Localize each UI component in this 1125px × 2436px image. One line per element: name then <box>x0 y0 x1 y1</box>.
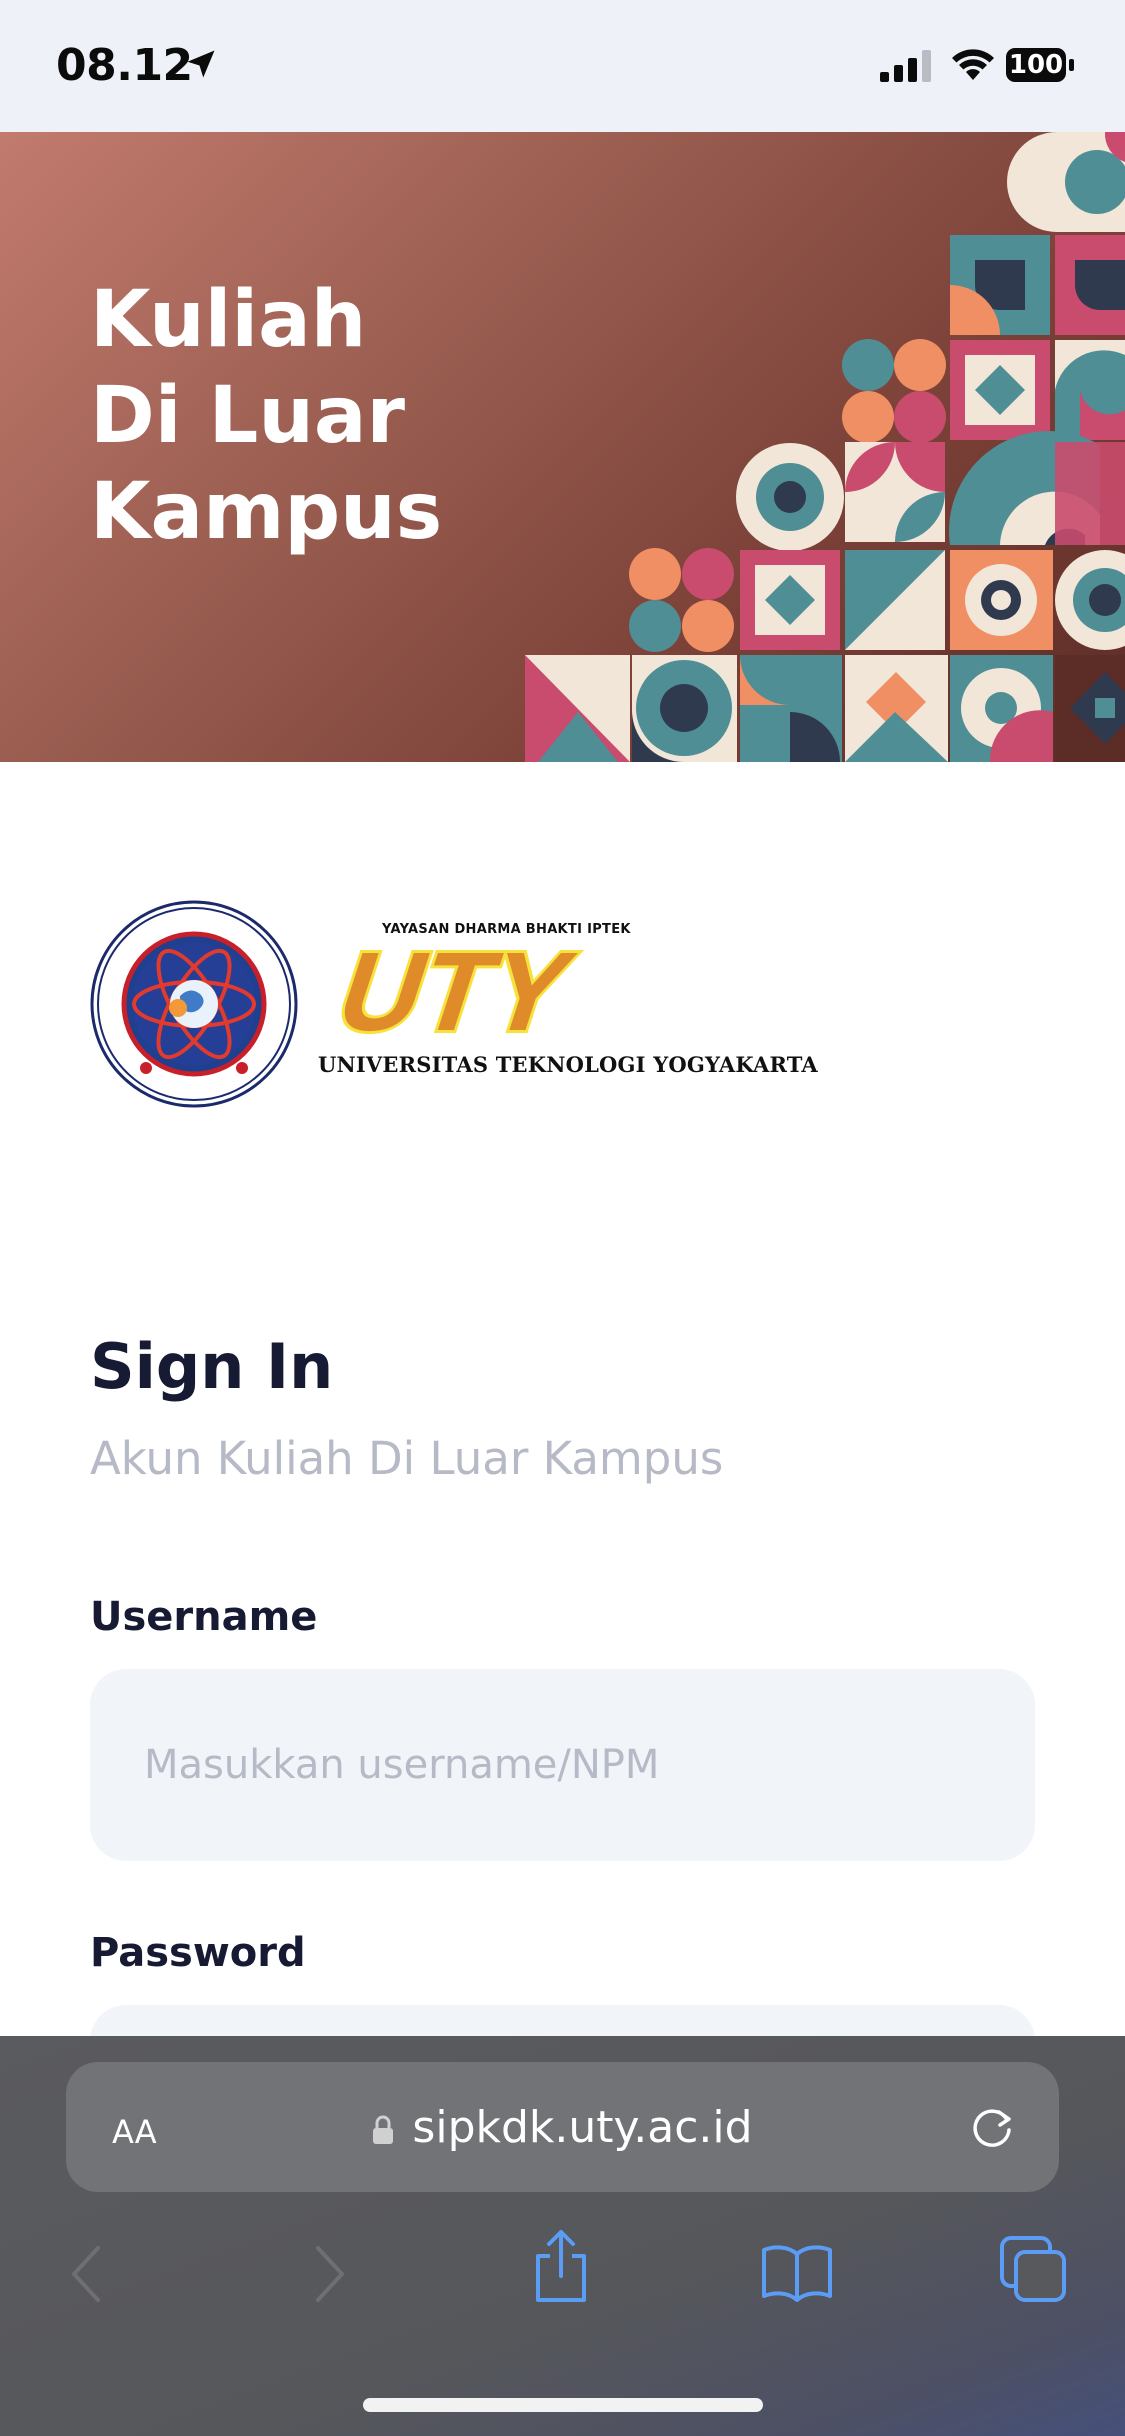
tabs-icon[interactable] <box>998 2234 1070 2306</box>
cellular-signal-icon <box>880 50 931 82</box>
browser-toolbar: AA sipkdk.uty.ac.id <box>0 2036 1125 2436</box>
hero-title-line-1: Kuliah <box>90 275 367 365</box>
signin-subtitle: Akun Kuliah Di Luar Kampus <box>90 1432 724 1485</box>
university-name: UNIVERSITAS TEKNOLOGI YOGYAKARTA <box>318 1052 818 1077</box>
battery-icon: 100 <box>1006 48 1076 84</box>
password-label: Password <box>90 1930 306 1976</box>
username-label: Username <box>90 1594 318 1640</box>
wifi-icon <box>952 49 994 80</box>
battery-level: 100 <box>1008 50 1064 80</box>
location-arrow-icon <box>187 50 215 78</box>
url-text: sipkdk.uty.ac.id <box>412 2102 753 2153</box>
username-field[interactable] <box>90 1669 1035 1861</box>
status-bar: 08.12 100 <box>0 0 1125 132</box>
back-icon[interactable] <box>66 2244 106 2304</box>
lock-icon <box>373 2115 394 2144</box>
hero-title-line-3: Kampus <box>90 467 443 557</box>
share-icon[interactable] <box>530 2228 592 2304</box>
status-time: 08.12 <box>56 40 193 91</box>
reload-icon[interactable] <box>967 2100 1019 2152</box>
hero-title-line-2: Di Luar <box>90 371 405 461</box>
username-input[interactable] <box>90 1669 1035 1861</box>
hero-title: Kuliah Di Luar Kampus <box>90 272 442 560</box>
university-logo: YAYASAN DHARMA BHAKTI IPTEK UTY UNIVERSI… <box>90 900 818 1110</box>
url-display[interactable]: sipkdk.uty.ac.id <box>66 2102 1059 2153</box>
address-bar[interactable]: AA sipkdk.uty.ac.id <box>66 2062 1059 2192</box>
foundation-name: YAYASAN DHARMA BHAKTI IPTEK <box>382 922 631 937</box>
forward-icon[interactable] <box>310 2244 350 2304</box>
hero-banner: Kuliah Di Luar Kampus <box>0 132 1125 762</box>
uty-wordmark-text: UTY <box>323 940 588 1050</box>
uty-seal-icon <box>90 900 298 1108</box>
home-indicator[interactable] <box>363 2398 763 2412</box>
signin-title: Sign In <box>90 1330 334 1403</box>
uty-wordmark: UTY <box>320 940 590 1050</box>
bookmarks-icon[interactable] <box>760 2242 834 2302</box>
